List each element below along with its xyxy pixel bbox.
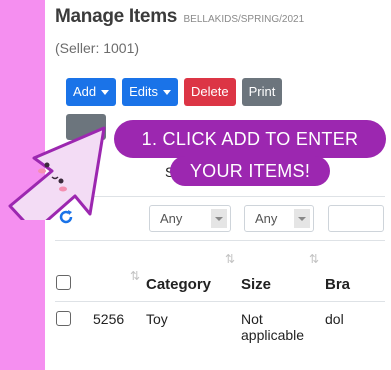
size-cell-line2: applicable (241, 327, 305, 343)
size-filter-value: Any (255, 211, 278, 226)
dropdown-arrow-icon (211, 209, 227, 228)
select-all-checkbox[interactable] (56, 275, 71, 290)
sort-icon[interactable]: ⇅ (146, 252, 241, 266)
sort-icon[interactable]: ⇅ (241, 252, 325, 266)
category-header[interactable]: Category (146, 276, 211, 293)
sort-icon[interactable]: ⇅ (93, 269, 146, 283)
size-cell-line1: Not (241, 311, 263, 327)
item-id-cell: 5256 (93, 301, 146, 370)
delete-button[interactable]: Delete (184, 78, 236, 106)
print-button[interactable]: Print (241, 78, 283, 106)
row-checkbox[interactable] (56, 311, 71, 326)
items-table: Any Any ⇅ ⇅ Category ⇅ Size Bra 5256 Toy… (55, 196, 385, 370)
brand-cell: dol (325, 301, 385, 370)
size-cell: Not applicable (241, 301, 325, 370)
brand-header[interactable]: Bra (325, 276, 350, 293)
instruction-callout-line2: YOUR ITEMS! (170, 156, 330, 186)
category-filter-select[interactable]: Any (149, 205, 231, 232)
category-filter-value: Any (160, 211, 183, 226)
chevron-down-icon (163, 90, 172, 96)
event-path: BELLAKIDS/SPRING/2021 (183, 14, 305, 25)
category-cell: Toy (146, 301, 241, 370)
header-row: ⇅ ⇅ Category ⇅ Size Bra (55, 240, 385, 302)
table-row[interactable]: 5256 Toy Not applicable dol (55, 301, 385, 370)
instruction-callout: 1. CLICK ADD TO ENTER (114, 120, 386, 158)
size-filter-select[interactable]: Any (244, 205, 314, 232)
dropdown-arrow-icon (294, 209, 310, 228)
arrow-mascot-icon (8, 126, 106, 220)
brand-filter-select[interactable] (328, 205, 384, 232)
size-header[interactable]: Size (241, 276, 271, 293)
